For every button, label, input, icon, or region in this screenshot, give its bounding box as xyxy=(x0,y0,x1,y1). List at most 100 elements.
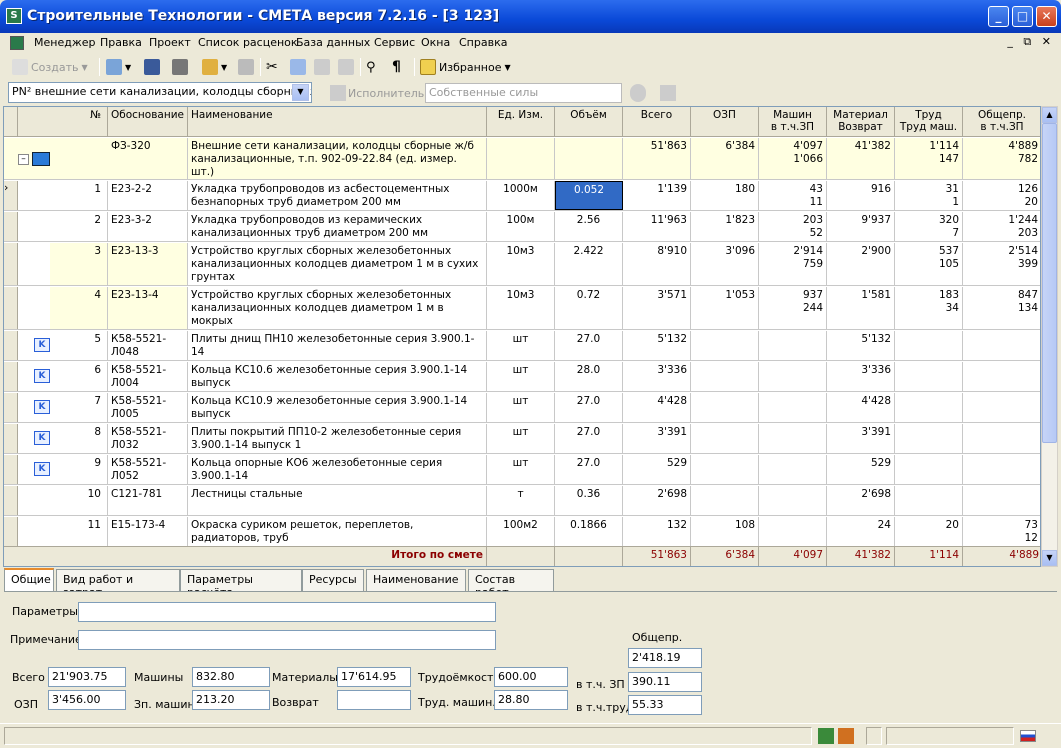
menu-database[interactable]: База данных xyxy=(296,36,370,49)
row-unit[interactable]: шт xyxy=(487,331,555,360)
paste2-button[interactable] xyxy=(338,57,354,77)
table-row[interactable]: › 1 Е23-2-2 Укладка трубопроводов из асбест… xyxy=(4,181,1040,211)
row-overhead[interactable]: 2'514 399 xyxy=(963,243,1040,285)
header-name[interactable]: Наименование xyxy=(188,107,487,137)
row-indicator[interactable] xyxy=(4,455,18,484)
row-name[interactable]: Лестницы стальные xyxy=(188,486,487,515)
row-labor[interactable]: 31 1 xyxy=(895,181,963,210)
incl-wages-field[interactable]: 390.11 xyxy=(628,672,702,692)
print-button[interactable] xyxy=(172,57,188,77)
row-number[interactable]: 1 xyxy=(18,181,108,210)
row-indicator[interactable] xyxy=(4,212,18,241)
row-total[interactable]: 2'698 xyxy=(623,486,691,515)
machines-field[interactable]: 832.80 xyxy=(192,667,270,687)
copy-button[interactable] xyxy=(290,57,306,77)
group-empty-cell[interactable] xyxy=(555,138,623,179)
row-total[interactable]: 1'139 xyxy=(623,181,691,210)
row-number[interactable]: 9 xyxy=(18,455,108,484)
row-name[interactable]: Плиты покрытий ПП10-2 железобетонные сер… xyxy=(188,424,487,453)
row-volume[interactable]: 27.0 xyxy=(555,424,623,453)
row-volume[interactable]: 0.1866 xyxy=(555,517,623,546)
row-ozp[interactable] xyxy=(691,362,759,391)
params-field[interactable] xyxy=(78,602,496,622)
row-name[interactable]: Плиты днищ ПН10 железобетонные серия 3.9… xyxy=(188,331,487,360)
row-material[interactable]: 24 xyxy=(827,517,895,546)
row-number[interactable]: 3 xyxy=(50,243,108,285)
scroll-thumb[interactable] xyxy=(1042,123,1057,443)
row-material[interactable]: 3'391 xyxy=(827,424,895,453)
row-unit[interactable]: 100м xyxy=(487,212,555,241)
table-row[interactable]: 4 Е23-13-4 Устройство круглых сборных желе… xyxy=(4,287,1040,330)
group-ozp[interactable]: 6'384 xyxy=(691,138,759,179)
overhead-field[interactable]: 2'418.19 xyxy=(628,648,702,668)
table-row[interactable]: K 5 К58-5521-Л048 Плиты днищ ПН10 железобет… xyxy=(4,331,1040,361)
tab-name[interactable]: Наименование xyxy=(366,569,466,591)
row-material[interactable]: 4'428 xyxy=(827,393,895,422)
row-indicator[interactable]: › xyxy=(4,181,18,210)
paragraph-button[interactable]: ¶ xyxy=(392,57,401,77)
return-field[interactable] xyxy=(337,690,411,710)
tab-work-composition[interactable]: Состав работ xyxy=(468,569,554,599)
row-indicator[interactable] xyxy=(4,287,18,329)
row-basis[interactable]: С121-781 xyxy=(108,486,188,515)
row-overhead[interactable]: 126 20 xyxy=(963,181,1040,210)
row-ozp[interactable]: 1'053 xyxy=(691,287,759,329)
favorites-button[interactable]: Избранное ▼ xyxy=(420,57,511,77)
row-machines[interactable]: 2'914 759 xyxy=(759,243,827,285)
menu-service[interactable]: Сервис xyxy=(374,36,415,49)
tab-work-type[interactable]: Вид работ и затрат xyxy=(56,569,180,599)
row-indicator[interactable] xyxy=(4,362,18,391)
paste-button[interactable] xyxy=(314,57,330,77)
menu-edit[interactable]: Правка xyxy=(100,36,142,49)
doc-icon[interactable] xyxy=(10,36,24,50)
table-row[interactable]: K 6 К58-5521-Л004 Кольца КС10.6 железобетон… xyxy=(4,362,1040,392)
row-ozp[interactable] xyxy=(691,486,759,515)
row-basis[interactable]: Е23-13-3 xyxy=(108,243,188,285)
header-number[interactable]: № xyxy=(18,107,108,137)
row-volume[interactable]: 2.422 xyxy=(555,243,623,285)
row-name[interactable]: Устройство круглых сборных железобетонны… xyxy=(188,243,487,285)
row-unit[interactable]: шт xyxy=(487,362,555,391)
materials-field[interactable]: 17'614.95 xyxy=(337,667,411,687)
mdi-minimize-button[interactable]: _ xyxy=(1007,35,1013,48)
menu-rates-list[interactable]: Список расценок xyxy=(198,36,298,49)
row-number[interactable]: 8 xyxy=(18,424,108,453)
mdi-close-button[interactable]: ✕ xyxy=(1042,35,1051,48)
row-total[interactable]: 11'963 xyxy=(623,212,691,241)
row-basis[interactable]: К58-5521-Л004 xyxy=(108,362,188,391)
save-button[interactable] xyxy=(144,57,160,77)
row-machines[interactable] xyxy=(759,424,827,453)
row-total[interactable]: 529 xyxy=(623,455,691,484)
scroll-down-button[interactable]: ▼ xyxy=(1042,550,1057,566)
row-basis[interactable]: К58-5521-Л048 xyxy=(108,331,188,360)
row-unit[interactable]: т xyxy=(487,486,555,515)
row-total[interactable]: 4'428 xyxy=(623,393,691,422)
machine-labor-field[interactable]: 28.80 xyxy=(494,690,568,710)
tab-resources[interactable]: Ресурсы xyxy=(302,569,364,591)
row-indicator[interactable] xyxy=(4,486,18,515)
table-row[interactable]: K 7 К58-5521-Л005 Кольца КС10.9 железобетон… xyxy=(4,393,1040,423)
minimize-button[interactable]: _ xyxy=(988,6,1009,27)
row-machines[interactable]: 203 52 xyxy=(759,212,827,241)
row-labor[interactable]: 537 105 xyxy=(895,243,963,285)
row-volume[interactable]: 27.0 xyxy=(555,393,623,422)
group-row[interactable]: – ФЗ-320 Внешние сети канализации, колодцы… xyxy=(4,138,1040,180)
header-labor[interactable]: Труд Труд маш. xyxy=(895,107,963,137)
executor-field[interactable]: Собственные силы xyxy=(425,83,622,103)
row-total[interactable]: 3'571 xyxy=(623,287,691,329)
header-basis[interactable]: Обоснование xyxy=(108,107,188,137)
group-mat[interactable]: 41'382 xyxy=(827,138,895,179)
row-volume[interactable]: 28.0 xyxy=(555,362,623,391)
find-button[interactable]: ⚲ xyxy=(366,57,376,77)
tab-general[interactable]: Общие xyxy=(4,568,54,592)
row-machines[interactable] xyxy=(759,331,827,360)
row-unit[interactable]: 10м3 xyxy=(487,243,555,285)
table-row[interactable]: 2 Е23-3-2 Укладка трубопроводов из керамич… xyxy=(4,212,1040,242)
row-total[interactable]: 132 xyxy=(623,517,691,546)
row-overhead[interactable] xyxy=(963,424,1040,453)
row-material[interactable]: 3'336 xyxy=(827,362,895,391)
row-labor[interactable] xyxy=(895,331,963,360)
close-button[interactable]: ✕ xyxy=(1036,6,1057,27)
tab-calc-params[interactable]: Параметры расчёта xyxy=(180,569,302,599)
export-button[interactable]: ▼ xyxy=(202,57,227,77)
